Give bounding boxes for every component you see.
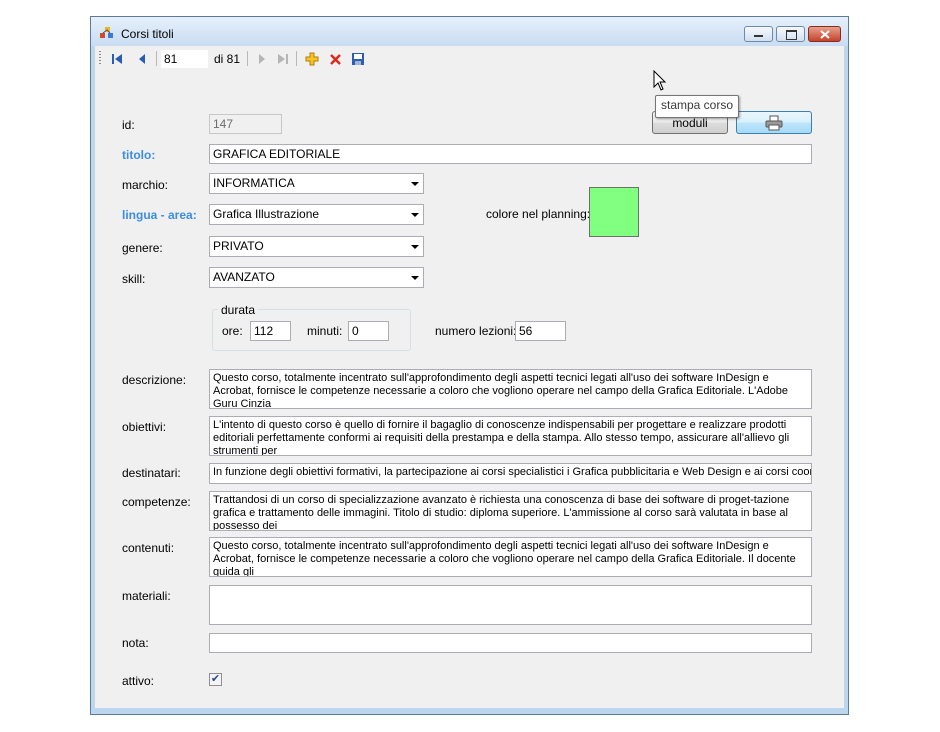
- obiettivi-label: obiettivi:: [122, 420, 167, 434]
- skill-combo[interactable]: AVANZATO: [209, 267, 424, 288]
- materiali-label: materiali:: [122, 589, 171, 603]
- numero-lezioni-field[interactable]: [515, 321, 566, 341]
- toolbar-separator: [296, 51, 297, 66]
- destinatari-textarea[interactable]: In funzione degli obiettivi formativi, l…: [209, 463, 812, 484]
- descrizione-label: descrizione:: [122, 373, 187, 387]
- attivo-label: attivo:: [122, 674, 155, 688]
- save-icon: [352, 53, 364, 65]
- move-last-button[interactable]: [276, 52, 290, 66]
- titolo-label: titolo:: [122, 148, 156, 162]
- minimize-icon: [754, 35, 763, 37]
- contenuti-textarea[interactable]: Questo corso, totalmente incentrato sull…: [209, 537, 812, 577]
- tooltip: stampa corso: [655, 95, 740, 118]
- close-icon: [820, 30, 830, 39]
- lingua-area-value: Grafica Illustrazione: [213, 207, 320, 221]
- genere-value: PRIVATO: [213, 239, 264, 253]
- toolbar-grip[interactable]: [99, 51, 101, 65]
- contenuti-label: contenuti:: [122, 541, 175, 555]
- delete-button[interactable]: [328, 52, 342, 66]
- chevron-down-icon: [411, 213, 419, 217]
- add-icon: [305, 52, 319, 66]
- chevron-down-icon: [411, 276, 419, 280]
- minuti-label: minuti:: [307, 324, 343, 338]
- descrizione-textarea[interactable]: Questo corso, totalmente incentrato sull…: [209, 369, 812, 409]
- form-client-area: di 81 id: titolo: marchio: lingua - area…: [95, 46, 844, 708]
- nota-field[interactable]: [209, 633, 812, 653]
- first-record-icon: [112, 54, 122, 64]
- last-record-icon: [278, 54, 288, 64]
- close-window-button[interactable]: [808, 26, 841, 42]
- app-icon: [100, 27, 113, 38]
- titolo-field[interactable]: [209, 144, 812, 164]
- marchio-combo[interactable]: INFORMATICA: [209, 173, 424, 194]
- toolbar-separator: [247, 51, 248, 66]
- toolbar-separator: [156, 51, 157, 66]
- destinatari-label: destinatari:: [122, 466, 181, 480]
- planning-color-swatch[interactable]: [589, 187, 639, 237]
- lingua-area-label: lingua - area:: [122, 208, 197, 222]
- previous-record-icon: [139, 54, 145, 64]
- nota-label: nota:: [122, 636, 149, 650]
- colore-planning-label: colore nel planning:: [486, 207, 591, 221]
- id-field: [209, 114, 282, 134]
- numero-lezioni-label: numero lezioni:: [435, 324, 517, 338]
- marchio-label: marchio:: [122, 178, 169, 192]
- chevron-down-icon: [411, 245, 419, 249]
- skill-label: skill:: [122, 272, 146, 286]
- genere-combo[interactable]: PRIVATO: [209, 236, 424, 257]
- chevron-down-icon: [411, 182, 419, 186]
- add-new-button[interactable]: [305, 52, 319, 66]
- delete-icon: [329, 53, 341, 65]
- minimize-button[interactable]: [744, 26, 773, 42]
- print-course-button[interactable]: [736, 111, 812, 134]
- genere-label: genere:: [122, 241, 163, 255]
- save-button[interactable]: [351, 52, 365, 66]
- competenze-label: competenze:: [122, 495, 191, 509]
- competenze-textarea[interactable]: Trattandosi di un corso di specializzazi…: [209, 491, 812, 531]
- binding-navigator: di 81: [95, 46, 844, 71]
- record-count-label: di 81: [214, 52, 241, 66]
- next-record-icon: [259, 54, 265, 64]
- lingua-area-combo[interactable]: Grafica Illustrazione: [209, 204, 424, 225]
- printer-icon: [765, 115, 783, 130]
- main-window: Corsi titoli di 81: [90, 16, 849, 715]
- materiali-textarea[interactable]: [209, 585, 812, 625]
- marchio-value: INFORMATICA: [213, 176, 295, 190]
- maximize-button[interactable]: [776, 26, 805, 42]
- attivo-checkbox[interactable]: ✔: [209, 673, 222, 686]
- record-position-input[interactable]: [161, 50, 208, 68]
- title-bar[interactable]: Corsi titoli: [91, 17, 848, 46]
- move-previous-button[interactable]: [135, 52, 149, 66]
- ore-field[interactable]: [250, 321, 291, 341]
- mouse-cursor-icon: [653, 70, 667, 91]
- restore-icon: [786, 30, 797, 40]
- durata-group-title: durata: [218, 303, 259, 317]
- ore-label: ore:: [222, 324, 243, 338]
- window-title: Corsi titoli: [121, 27, 174, 41]
- minuti-field[interactable]: [348, 321, 389, 341]
- skill-value: AVANZATO: [213, 270, 275, 284]
- obiettivi-textarea[interactable]: L'intento di questo corso è quello di fo…: [209, 416, 812, 456]
- move-next-button[interactable]: [255, 52, 269, 66]
- move-first-button[interactable]: [110, 52, 124, 66]
- id-label: id:: [122, 118, 135, 132]
